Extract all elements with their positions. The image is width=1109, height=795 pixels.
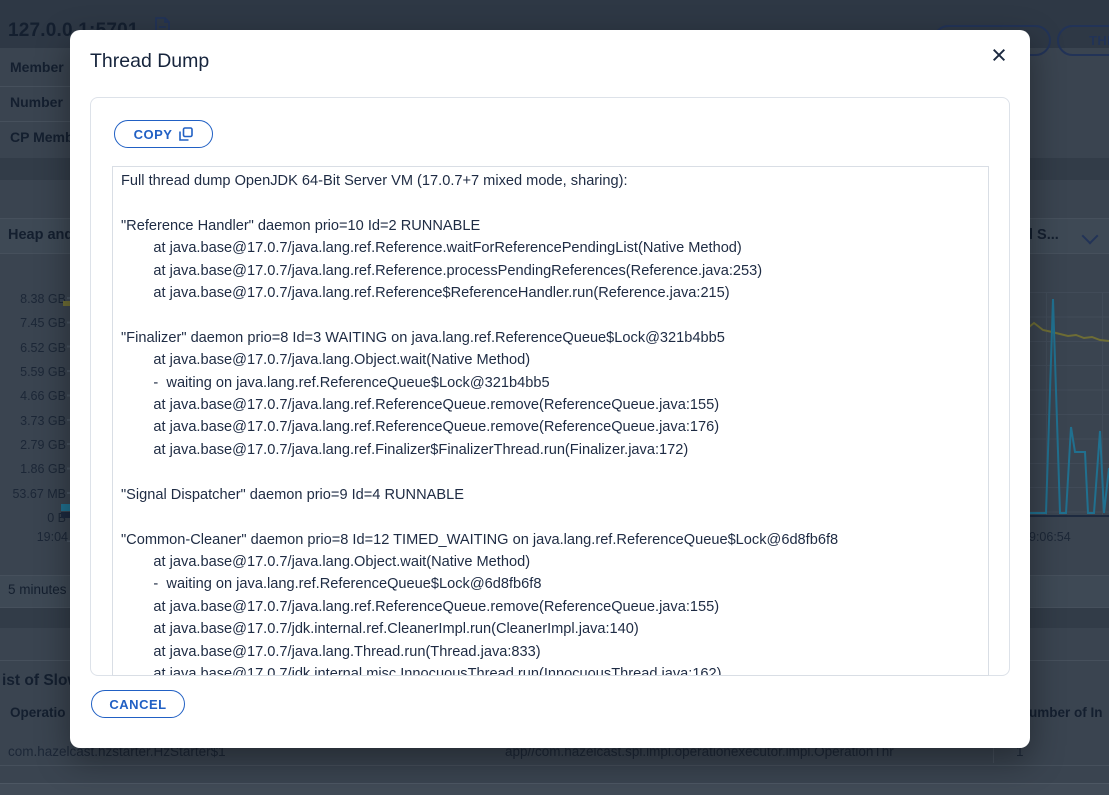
right-chart-gridline-v — [1046, 292, 1047, 516]
slow-operations-title: ist of Slow — [2, 672, 80, 690]
heap-chart-y-axis: 8.38 GB 7.45 GB 6.52 GB 5.59 GB 4.66 GB … — [0, 287, 66, 530]
close-icon[interactable]: × — [982, 38, 1016, 72]
heap-chart-title: Heap and — [8, 227, 73, 243]
modal-title: Thread Dump — [90, 50, 209, 73]
column-header-operation[interactable]: Operatio — [10, 705, 66, 720]
right-chart-title: l S... — [1029, 227, 1059, 243]
right-chart-x-tick: 9:06:54 — [1029, 530, 1071, 544]
copy-icon — [179, 127, 193, 141]
cancel-button-label: CANCEL — [109, 697, 166, 712]
thread-dump-text: Full thread dump OpenJDK 64-Bit Server V… — [113, 167, 988, 676]
heap-chart-navy-series-mark — [61, 512, 70, 518]
screen-root: 127.0.0.1:5701 THR Member Number CP Memb… — [0, 0, 1109, 795]
heap-chart-olive-series-mark — [63, 301, 70, 306]
thread-dump-modal: Thread Dump × COPY Full thread dump Open… — [70, 30, 1030, 748]
heap-chart-teal-series-mark — [61, 504, 70, 511]
thread-dump-text-area[interactable]: Full thread dump OpenJDK 64-Bit Server V… — [112, 166, 989, 676]
copy-button[interactable]: COPY — [114, 120, 213, 148]
time-filter-select[interactable]: 5 minutes — [8, 582, 67, 597]
right-chart-gridline-v — [1102, 292, 1103, 516]
divider — [0, 86, 70, 87]
divider — [0, 765, 1109, 766]
right-chart-gridlines — [1029, 292, 1109, 529]
page-bottom-strip — [0, 783, 1109, 795]
dump-card: COPY Full thread dump OpenJDK 64-Bit Ser… — [90, 97, 1010, 676]
thread-dump-button[interactable]: THR — [1057, 25, 1109, 56]
thread-dump-button-label: THR — [1089, 33, 1109, 48]
divider — [0, 121, 70, 122]
column-header-invocations[interactable]: umber of In — [1029, 705, 1103, 720]
chevron-down-icon[interactable] — [1084, 230, 1096, 242]
heap-chart-x-tick: 19:04 — [28, 530, 68, 544]
copy-button-label: COPY — [134, 127, 173, 142]
cancel-button[interactable]: CANCEL — [91, 690, 185, 718]
